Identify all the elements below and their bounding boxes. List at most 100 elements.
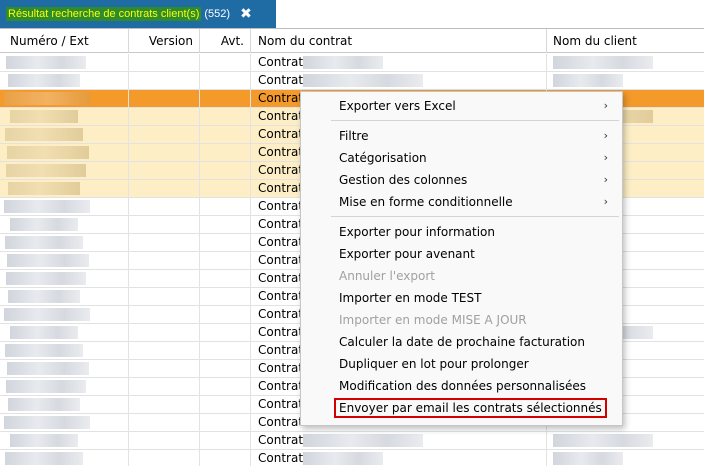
redacted-value: [10, 110, 78, 123]
cell-numero: [0, 288, 129, 305]
redacted-value: [8, 182, 80, 195]
contract-name-label: Contrat: [258, 55, 304, 69]
contract-name-label: Contrat: [258, 379, 304, 393]
cell-version: [129, 450, 200, 466]
cell-avt: [200, 54, 251, 71]
table-row[interactable]: Contrat: [0, 72, 704, 90]
cell-numero: [0, 360, 129, 377]
menu-item-exporter-vers-excel[interactable]: Exporter vers Excel ›: [301, 95, 622, 117]
column-header-avt[interactable]: Avt.: [200, 29, 251, 53]
cell-contrat: Contrat: [251, 450, 547, 466]
cell-version: [129, 54, 200, 71]
cell-numero: [0, 72, 129, 89]
menu-item-label: Annuler l'export: [339, 269, 435, 283]
redacted-value: [10, 218, 78, 231]
menu-item-label: Modification des données personnalisées: [339, 379, 587, 393]
cell-version: [129, 270, 200, 287]
column-header-contrat[interactable]: Nom du contrat: [251, 29, 547, 53]
contract-name-label: Contrat: [258, 163, 304, 177]
menu-item-exporter-pour-information[interactable]: Exporter pour information: [301, 221, 622, 243]
redacted-value: [4, 200, 90, 213]
redacted-value: [6, 56, 86, 69]
redacted-value: [4, 308, 90, 321]
menu-item-categorisation[interactable]: Catégorisation ›: [301, 147, 622, 169]
menu-item-gestion-des-colonnes[interactable]: Gestion des colonnes ›: [301, 169, 622, 191]
menu-item-importer-en-mode-test[interactable]: Importer en mode TEST: [301, 287, 622, 309]
close-icon[interactable]: ✖: [240, 7, 252, 21]
cell-version: [129, 342, 200, 359]
contract-name-label: Contrat: [258, 343, 304, 357]
menu-item-label: Catégorisation: [339, 151, 427, 165]
redacted-value: [4, 92, 90, 105]
redacted-value: [303, 452, 383, 465]
contract-name-label: Contrat: [258, 109, 304, 123]
grid-header: Numéro / Ext Version Avt. Nom du contrat…: [0, 29, 704, 53]
cell-version: [129, 108, 200, 125]
menu-item-calculer-la-date-de-prochaine-facturation[interactable]: Calculer la date de prochaine facturatio…: [301, 331, 622, 353]
menu-item-label: Filtre: [339, 129, 369, 143]
contract-name-label: Contrat: [258, 91, 304, 105]
cell-avt: [200, 342, 251, 359]
menu-item-filtre[interactable]: Filtre ›: [301, 125, 622, 147]
menu-item-mise-en-forme-conditionnelle[interactable]: Mise en forme conditionnelle ›: [301, 191, 622, 213]
cell-avt: [200, 270, 251, 287]
cell-version: [129, 306, 200, 323]
redacted-value: [5, 452, 83, 465]
cell-version: [129, 360, 200, 377]
cell-avt: [200, 360, 251, 377]
chevron-right-icon: ›: [603, 195, 608, 208]
table-row[interactable]: Contrat: [0, 450, 704, 466]
cell-client: [547, 450, 704, 466]
cell-avt: [200, 90, 251, 107]
redacted-value: [6, 272, 86, 285]
cell-version: [129, 324, 200, 341]
cell-avt: [200, 432, 251, 449]
redacted-value: [6, 164, 86, 177]
cell-numero: [0, 306, 129, 323]
contract-name-label: Contrat: [258, 433, 304, 447]
cell-avt: [200, 252, 251, 269]
menu-item-label: Envoyer par email les contrats sélection…: [334, 398, 607, 418]
contract-name-label: Contrat: [258, 73, 304, 87]
menu-item-label: Gestion des colonnes: [339, 173, 468, 187]
cell-version: [129, 198, 200, 215]
cell-avt: [200, 126, 251, 143]
table-row[interactable]: Contrat: [0, 432, 704, 450]
cell-version: [129, 396, 200, 413]
cell-contrat: Contrat: [251, 432, 547, 449]
cell-client: [547, 72, 704, 89]
cell-numero: [0, 180, 129, 197]
contract-name-label: Contrat: [258, 325, 304, 339]
tab-bar: Résultat recherche de contrats client(s)…: [0, 0, 704, 28]
menu-item-label: Exporter pour information: [339, 225, 495, 239]
cell-avt: [200, 414, 251, 431]
menu-item-label: Mise en forme conditionnelle: [339, 195, 513, 209]
cell-version: [129, 216, 200, 233]
menu-item-dupliquer-en-lot-pour-prolonger[interactable]: Dupliquer en lot pour prolonger: [301, 353, 622, 375]
contract-name-label: Contrat: [258, 217, 304, 231]
cell-avt: [200, 378, 251, 395]
column-header-client[interactable]: Nom du client: [547, 29, 704, 53]
table-row[interactable]: Contrat: [0, 54, 704, 72]
contract-name-label: Contrat: [258, 145, 304, 159]
redacted-value: [553, 74, 623, 87]
redacted-value: [8, 290, 80, 303]
redacted-value: [8, 398, 80, 411]
menu-item-envoyer-par-email-les-contrats-selectionnes[interactable]: Envoyer par email les contrats sélection…: [301, 397, 622, 419]
contract-name-label: Contrat: [258, 451, 304, 465]
cell-avt: [200, 108, 251, 125]
menu-separator: [331, 120, 619, 121]
column-header-version[interactable]: Version: [129, 29, 200, 53]
menu-item-modification-des-donnees-personnalisees[interactable]: Modification des données personnalisées: [301, 375, 622, 397]
redacted-value: [553, 434, 653, 447]
cell-numero: [0, 126, 129, 143]
cell-avt: [200, 144, 251, 161]
redacted-value: [7, 146, 89, 159]
column-header-numero[interactable]: Numéro / Ext: [0, 29, 129, 53]
contract-name-label: Contrat: [258, 199, 304, 213]
cell-numero: [0, 342, 129, 359]
tab-search-results[interactable]: Résultat recherche de contrats client(s)…: [0, 0, 276, 28]
menu-item-exporter-pour-avenant[interactable]: Exporter pour avenant: [301, 243, 622, 265]
cell-version: [129, 126, 200, 143]
redacted-value: [303, 56, 383, 69]
